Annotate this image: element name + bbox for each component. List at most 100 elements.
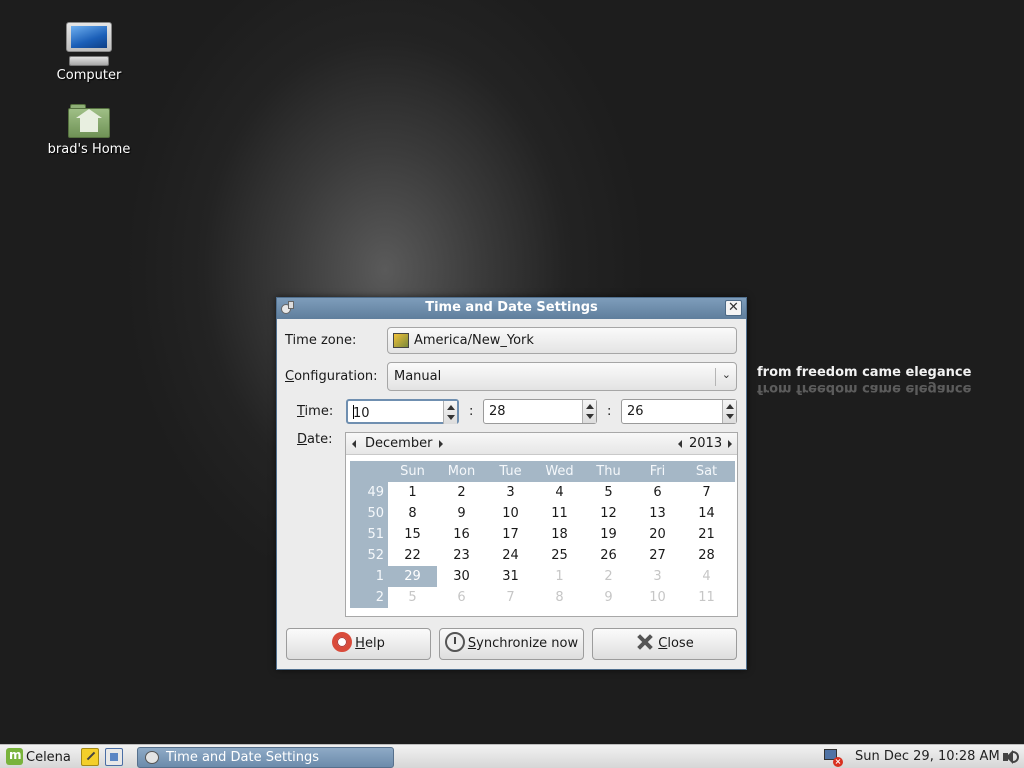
calendar-day[interactable]: 28	[682, 545, 731, 566]
calendar-day[interactable]: 20	[633, 524, 682, 545]
hour-spin-arrows[interactable]	[443, 401, 457, 424]
second-value: 26	[627, 404, 644, 419]
calendar-week-row: 52 22 23 24 25 26 27 28	[350, 545, 735, 566]
wallpaper-tagline-reflection: from freedom came elegance	[757, 381, 972, 396]
prev-month-icon[interactable]	[352, 440, 356, 448]
calendar-day[interactable]: 2	[437, 482, 486, 503]
calendar-day[interactable]: 1	[388, 482, 437, 503]
calendar-day[interactable]: 22	[388, 545, 437, 566]
calendar-day[interactable]: 23	[437, 545, 486, 566]
settings-launcher-icon[interactable]	[105, 748, 123, 766]
calendar-day[interactable]: 25	[535, 545, 584, 566]
hour-spinbutton[interactable]: 10	[346, 399, 459, 424]
spin-up-icon[interactable]	[586, 404, 594, 409]
desktop-icon-home[interactable]: brad's Home	[34, 104, 144, 157]
dialog-title: Time and Date Settings	[425, 300, 598, 315]
minute-spinbutton[interactable]: 28	[483, 399, 597, 424]
time-separator: :	[469, 404, 474, 419]
calendar-day[interactable]: 12	[584, 503, 633, 524]
mint-logo-icon	[6, 746, 23, 765]
volume-icon[interactable]	[1002, 749, 1020, 765]
spin-up-icon[interactable]	[447, 405, 455, 410]
calendar-day[interactable]: 15	[388, 524, 437, 545]
calendar-day[interactable]: 9	[584, 587, 633, 608]
calendar-day[interactable]: 5	[584, 482, 633, 503]
calendar-day-selected[interactable]: 29	[388, 566, 437, 587]
weekday-label: Fri	[649, 464, 666, 479]
calendar-day[interactable]: 31	[486, 566, 535, 587]
calendar-day[interactable]: 3	[486, 482, 535, 503]
chevron-down-icon: ⌄	[721, 368, 731, 381]
calendar-day[interactable]: 11	[682, 587, 731, 608]
calendar-year: 2013	[689, 436, 723, 451]
main-menu-button[interactable]: Celena	[6, 746, 71, 766]
calendar-day[interactable]: 4	[535, 482, 584, 503]
desktop-icon-computer[interactable]: Computer	[34, 22, 144, 83]
next-year-icon[interactable]	[728, 440, 732, 448]
calendar-day[interactable]: 3	[633, 566, 682, 587]
week-number: 52	[350, 545, 388, 566]
calendar-day[interactable]: 26	[584, 545, 633, 566]
date-label: Date:	[297, 432, 333, 447]
second-spinbutton[interactable]: 26	[621, 399, 737, 424]
calendar-day[interactable]: 10	[486, 503, 535, 524]
calendar-day[interactable]: 18	[535, 524, 584, 545]
calendar-day[interactable]: 30	[437, 566, 486, 587]
taskbar-item-time-date-settings[interactable]: Time and Date Settings	[137, 747, 394, 768]
calendar-day[interactable]: 27	[633, 545, 682, 566]
calendar-day[interactable]: 17	[486, 524, 535, 545]
desktop-icon-label: brad's Home	[47, 142, 131, 157]
second-spin-arrows[interactable]	[722, 400, 736, 423]
calendar-week-row: 50 8 9 10 11 12 13 14	[350, 503, 735, 524]
network-disconnected-icon[interactable]: ×	[823, 748, 843, 767]
window-close-button[interactable]: ✕	[725, 300, 742, 316]
help-button[interactable]: Help	[286, 628, 431, 660]
calendar-day[interactable]: 1	[535, 566, 584, 587]
close-button[interactable]: Close	[592, 628, 737, 660]
spin-down-icon[interactable]	[726, 414, 734, 419]
calendar-day[interactable]: 4	[682, 566, 731, 587]
calendar-day[interactable]: 16	[437, 524, 486, 545]
calendar-day[interactable]: 8	[388, 503, 437, 524]
calendar-day[interactable]: 2	[584, 566, 633, 587]
calendar-day[interactable]: 7	[486, 587, 535, 608]
spin-up-icon[interactable]	[726, 404, 734, 409]
prev-year-icon[interactable]	[678, 440, 682, 448]
week-number: 2	[350, 587, 388, 608]
calendar-day[interactable]: 11	[535, 503, 584, 524]
calendar-day[interactable]: 21	[682, 524, 731, 545]
minute-spin-arrows[interactable]	[582, 400, 596, 423]
panel-clock[interactable]: Sun Dec 29, 10:28 AM	[855, 749, 1000, 764]
calendar-day[interactable]: 7	[682, 482, 731, 503]
calendar-week-row: 49 1 2 3 4 5 6 7	[350, 482, 735, 503]
time-settings-icon	[281, 301, 295, 315]
computer-icon	[66, 22, 112, 56]
weekday-label: Sun	[400, 464, 425, 479]
calendar-day[interactable]: 6	[437, 587, 486, 608]
spin-down-icon[interactable]	[586, 414, 594, 419]
next-month-icon[interactable]	[439, 440, 443, 448]
time-date-dialog: Time and Date Settings ✕ Time zone: Amer…	[276, 297, 747, 670]
calendar-day[interactable]: 5	[388, 587, 437, 608]
dialog-titlebar[interactable]: Time and Date Settings ✕	[277, 298, 746, 319]
taskbar-item-label: Time and Date Settings	[166, 750, 320, 765]
text-editor-launcher-icon[interactable]	[81, 748, 99, 766]
calendar-day[interactable]: 9	[437, 503, 486, 524]
weekday-label: Mon	[447, 464, 476, 479]
week-number: 50	[350, 503, 388, 524]
calendar-day[interactable]: 10	[633, 587, 682, 608]
calendar-day[interactable]: 8	[535, 587, 584, 608]
synchronize-now-button[interactable]: Synchronize now	[439, 628, 584, 660]
week-number: 49	[350, 482, 388, 503]
timezone-button[interactable]: America/New_York	[387, 327, 737, 354]
minute-value: 28	[489, 404, 506, 419]
calendar-day[interactable]: 6	[633, 482, 682, 503]
weekday-label: Wed	[545, 464, 574, 479]
calendar-day[interactable]: 13	[633, 503, 682, 524]
spin-down-icon[interactable]	[447, 415, 455, 420]
calendar-day[interactable]: 24	[486, 545, 535, 566]
configuration-select[interactable]: Manual ⌄	[387, 362, 737, 391]
calendar-day[interactable]: 14	[682, 503, 731, 524]
calendar-day[interactable]: 19	[584, 524, 633, 545]
home-folder-icon	[68, 104, 110, 138]
